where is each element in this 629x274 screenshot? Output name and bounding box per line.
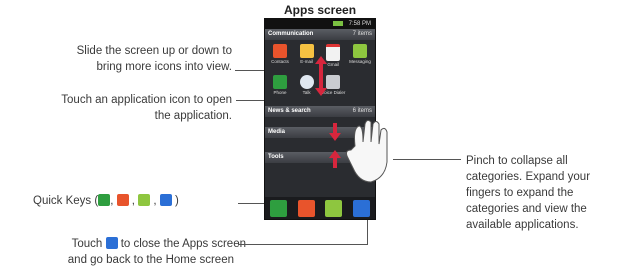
figure-title: Apps screen xyxy=(284,3,357,17)
quick-key-phone[interactable] xyxy=(270,199,288,217)
quick-key-contacts[interactable] xyxy=(297,199,315,217)
leader-line-slide xyxy=(235,70,265,71)
hand-gesture-icon xyxy=(346,119,388,183)
phone-icon xyxy=(98,194,111,206)
messaging-icon xyxy=(352,44,367,58)
app-phone[interactable]: Phone xyxy=(269,75,291,102)
annotation-touch-close: Touch to close the Apps screen and go ba… xyxy=(67,237,246,266)
phone-icon xyxy=(273,75,287,89)
annotation-slide: Slide the screen up or down to bring mor… xyxy=(76,45,232,73)
home-icon xyxy=(159,194,172,206)
app-contacts[interactable]: Contacts xyxy=(269,44,291,71)
quick-key-messaging[interactable] xyxy=(325,199,343,217)
leader-line-quick-keys xyxy=(238,203,265,204)
pinch-arrow-down-icon xyxy=(329,123,341,141)
signal-icon xyxy=(332,20,343,26)
contacts-icon xyxy=(116,194,129,206)
email-icon xyxy=(299,44,314,58)
leader-line-pinch xyxy=(393,159,461,160)
annotation-touch-app: Touch an application icon to open the ap… xyxy=(61,94,232,122)
status-bar: 7:58 PM xyxy=(265,19,375,29)
leader-line-touch-close xyxy=(238,244,368,245)
category-communication[interactable]: Communication 7 items xyxy=(265,29,375,40)
contacts-icon xyxy=(273,44,287,58)
annotation-pinch: Pinch to collapse all categories. Expand… xyxy=(466,155,591,231)
scroll-arrow-icon xyxy=(315,56,327,96)
quick-keys-bar xyxy=(265,197,375,219)
app-messaging[interactable]: Messaging xyxy=(349,44,371,71)
leader-line-touch-app xyxy=(236,100,265,101)
pinch-arrow-up-icon xyxy=(329,150,341,168)
apps-grid-icon xyxy=(105,237,118,249)
messaging-icon xyxy=(138,194,151,206)
annotation-quick-keys: Quick Keys (, , , ) xyxy=(33,194,179,207)
leader-line-touch-close-vertical xyxy=(367,216,368,245)
quick-key-apps[interactable] xyxy=(352,199,370,217)
talk-icon xyxy=(299,75,314,89)
